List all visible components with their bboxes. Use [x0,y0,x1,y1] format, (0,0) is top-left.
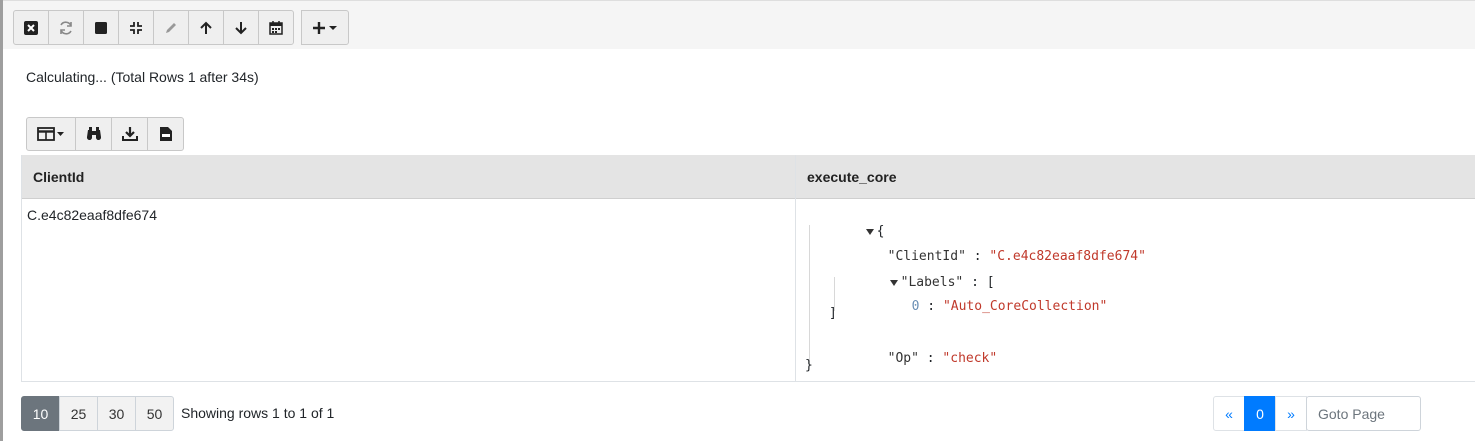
compress-icon [129,21,143,35]
arrow-up-icon [199,21,213,35]
move-up-button[interactable] [188,10,224,45]
json-clientid-line: "ClientId" : "C.e4c82eaaf8dfe674" [825,230,1146,264]
column-header-clientid[interactable]: ClientId [33,169,84,185]
table-toolbar [26,117,184,151]
stop-button[interactable] [83,10,119,45]
window-left-border [0,0,3,441]
pencil-icon [164,21,178,35]
csv-file-icon [159,127,172,141]
json-close-brace: } [805,358,813,373]
main-toolbar [3,0,1475,49]
page-size-selector: 10 25 30 50 [21,396,174,431]
edit-button[interactable] [153,10,189,45]
search-button[interactable] [75,117,112,151]
page-size-25[interactable]: 25 [59,396,98,431]
json-key-op: "Op" [887,351,919,366]
column-header-execute-core[interactable]: execute_core [807,169,897,185]
page-size-50[interactable]: 50 [135,396,174,431]
calendar-icon [269,20,283,35]
json-labels-close: ] [829,306,837,321]
status-text: Calculating... (Total Rows 1 after 34s) [26,69,259,85]
page-size-30[interactable]: 30 [97,396,136,431]
close-button[interactable] [13,10,49,45]
json-label-index: 0 [911,299,920,314]
pagination: « 0 » [1213,396,1307,431]
json-value-op: "check" [942,351,998,366]
showing-rows-text: Showing rows 1 to 1 of 1 [181,405,335,421]
goto-page-input[interactable] [1306,396,1421,431]
json-root-line[interactable]: { [803,205,884,239]
current-page-button[interactable]: 0 [1244,396,1276,431]
json-separator: : [927,299,936,314]
csv-export-button[interactable] [147,117,184,151]
move-down-button[interactable] [223,10,259,45]
toolbar-button-group [13,10,294,45]
download-button[interactable] [111,117,148,151]
json-label-value: "Auto_CoreCollection" [942,299,1108,314]
json-op-line: "Op" : "check" [825,332,998,366]
add-dropdown-button[interactable] [301,10,349,45]
column-divider [795,155,796,381]
download-icon [121,127,138,141]
next-page-button[interactable]: » [1275,396,1307,431]
close-square-icon [24,20,38,35]
columns-dropdown-button[interactable] [26,117,76,151]
stop-icon [95,21,107,34]
add-button-group [301,10,349,45]
compress-button[interactable] [118,10,154,45]
prev-page-button[interactable]: « [1213,396,1245,431]
refresh-icon [58,20,74,36]
json-separator: : [926,351,935,366]
json-value-clientid: "C.e4c82eaaf8dfe674" [989,249,1146,264]
json-label-item-line: 0 : "Auto_CoreCollection" [849,280,1108,314]
calendar-button[interactable] [258,10,294,45]
binoculars-icon [86,127,102,141]
json-labels-line[interactable]: "Labels" : [ [827,256,995,290]
page-size-10[interactable]: 10 [21,396,60,431]
table-header: ClientId execute_core [22,155,1475,199]
arrow-down-icon [234,21,248,35]
plus-dropdown-icon [312,21,338,35]
columns-dropdown-icon [37,127,65,141]
cell-clientid: C.e4c82eaaf8dfe674 [27,207,157,223]
results-table: ClientId execute_core C.e4c82eaaf8dfe674… [21,155,1475,382]
refresh-button[interactable] [48,10,84,45]
